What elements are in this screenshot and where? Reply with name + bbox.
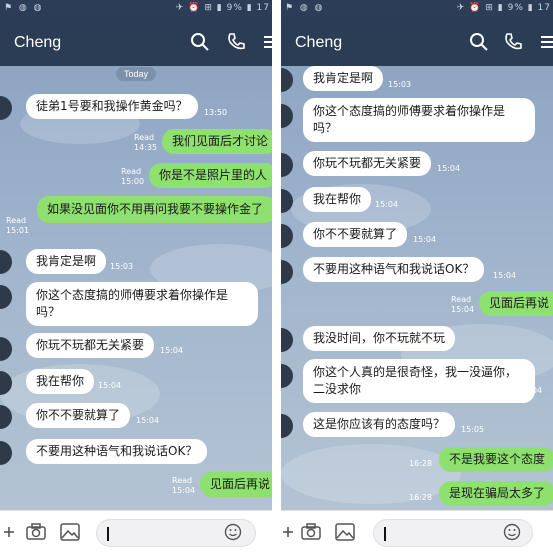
search-icon[interactable] xyxy=(469,32,489,52)
message-bubble[interactable]: 我们见面后才讨论 xyxy=(162,129,272,154)
message-time: 14:35 xyxy=(134,143,158,152)
camera-icon[interactable] xyxy=(26,523,46,541)
menu-icon[interactable] xyxy=(262,32,272,52)
phone-icon[interactable] xyxy=(226,32,246,52)
read-receipt: Read xyxy=(121,167,142,176)
message-bubble[interactable]: 不要用这种语气和我说话OK？ xyxy=(303,257,485,282)
message-time: 15:00 xyxy=(121,177,145,186)
date-separator: Today xyxy=(116,67,157,81)
plus-icon[interactable] xyxy=(2,525,16,539)
message-time: 15:04 xyxy=(136,416,160,425)
message-time: 15:04 xyxy=(98,381,122,390)
read-receipt: Read xyxy=(451,295,472,304)
message-time: 15:04 xyxy=(413,235,437,244)
menu-icon[interactable] xyxy=(539,32,553,52)
status-bar: ⚑ ◍ ◍ ✈ ⏰ ⊞ ▮ 9% ▮ 17 xyxy=(0,0,272,18)
message-bubble[interactable]: 见面后再说 xyxy=(200,472,272,497)
read-receipt: Read xyxy=(134,133,155,142)
emoji-icon[interactable] xyxy=(224,523,242,541)
camera-icon[interactable] xyxy=(301,523,321,541)
message-time: 16:28 xyxy=(409,493,433,502)
chat-header: Cheng xyxy=(281,18,553,66)
chat-screen-right: ⚑ ◍ ◍ ✈ ⏰ ⊞ ▮ 9% ▮ 17 Cheng 我肯定是啊 15:03 … xyxy=(281,0,553,553)
message-bubble[interactable]: 你这个态度搞的师傅要求着你操作是吗？ xyxy=(303,98,535,142)
text-cursor xyxy=(107,527,109,541)
message-bubble[interactable]: 你不不要就算了 xyxy=(303,222,408,247)
message-bubble[interactable]: 见面后再说 xyxy=(479,291,553,316)
search-icon[interactable] xyxy=(190,32,210,52)
message-time: 15:04 xyxy=(451,305,475,314)
message-time: 16:28 xyxy=(409,459,433,468)
message-bubble[interactable]: 我在帮你 xyxy=(303,187,372,212)
message-bubble[interactable]: 这是你应该有的态度吗？ xyxy=(303,412,456,437)
contact-name[interactable]: Cheng xyxy=(295,34,342,52)
message-time: 15:05 xyxy=(461,425,485,434)
status-right: ✈ ⏰ ⊞ ▮ 9% ▮ 17 xyxy=(175,3,270,13)
message-time: 15:03 xyxy=(388,80,412,89)
message-time: 15:01 xyxy=(6,226,30,235)
contact-name[interactable]: Cheng xyxy=(14,34,61,52)
message-bubble[interactable]: 是现在骗局太多了 xyxy=(439,481,553,506)
composer-bar xyxy=(281,510,553,553)
plus-icon[interactable] xyxy=(281,525,295,539)
composer-bar xyxy=(0,510,272,553)
message-time: 15:04 xyxy=(172,486,196,495)
text-cursor xyxy=(384,527,386,541)
message-bubble[interactable]: 你是不是照片里的人 xyxy=(149,163,272,188)
emoji-icon[interactable] xyxy=(503,523,521,541)
message-bubble[interactable]: 我在帮你 xyxy=(26,369,95,394)
message-bubble[interactable]: 如果没见面你不用再问我要不要操作金了 xyxy=(37,196,272,223)
status-right: ✈ ⏰ ⊞ ▮ 9% ▮ 17 xyxy=(456,3,551,13)
message-bubble[interactable]: 徒弟1号要和我操作黄金吗？ xyxy=(26,94,198,119)
image-icon[interactable] xyxy=(335,523,355,541)
status-left: ⚑ ◍ ◍ xyxy=(4,3,44,13)
read-receipt: Read xyxy=(172,476,193,485)
message-bubble[interactable]: 不是我要这个态度 xyxy=(439,447,553,472)
image-icon[interactable] xyxy=(60,523,80,541)
message-time: 15:03 xyxy=(110,262,134,271)
chat-screen-left: ⚑ ◍ ◍ ✈ ⏰ ⊞ ▮ 9% ▮ 17 Cheng Today 徒弟1号要和… xyxy=(0,0,272,553)
status-left: ⚑ ◍ ◍ xyxy=(285,3,325,13)
message-time: 15:04 xyxy=(375,200,399,209)
message-bubble[interactable]: 你玩不玩都无关紧要 xyxy=(26,333,155,358)
message-time: 15:04 xyxy=(160,346,184,355)
phone-icon[interactable] xyxy=(503,32,523,52)
message-time: 15:04 xyxy=(493,271,517,280)
read-receipt: Read xyxy=(6,216,27,225)
message-bubble[interactable]: 我肯定是啊 xyxy=(26,249,107,274)
message-bubble[interactable]: 你不不要就算了 xyxy=(26,403,131,428)
message-time: 13:50 xyxy=(204,108,228,117)
chat-header: Cheng xyxy=(0,18,272,66)
message-bubble[interactable]: 你这个态度搞的师傅要求着你操作是吗？ xyxy=(26,282,258,326)
message-bubble[interactable]: 我没时间，你不玩就不玩 xyxy=(303,326,456,351)
message-bubble[interactable]: 不要用这种语气和我说话OK？ xyxy=(26,439,208,464)
status-bar: ⚑ ◍ ◍ ✈ ⏰ ⊞ ▮ 9% ▮ 17 xyxy=(281,0,553,18)
panel-divider xyxy=(272,0,281,553)
message-bubble[interactable]: 你玩不玩都无关紧要 xyxy=(303,151,432,176)
message-time: 15:04 xyxy=(519,386,543,395)
message-bubble[interactable]: 你这个人真的是很奇怪，我一没逼你，二没求你 xyxy=(303,359,535,403)
message-time: 15:04 xyxy=(437,164,461,173)
message-bubble[interactable]: 我肯定是啊 xyxy=(303,66,384,91)
